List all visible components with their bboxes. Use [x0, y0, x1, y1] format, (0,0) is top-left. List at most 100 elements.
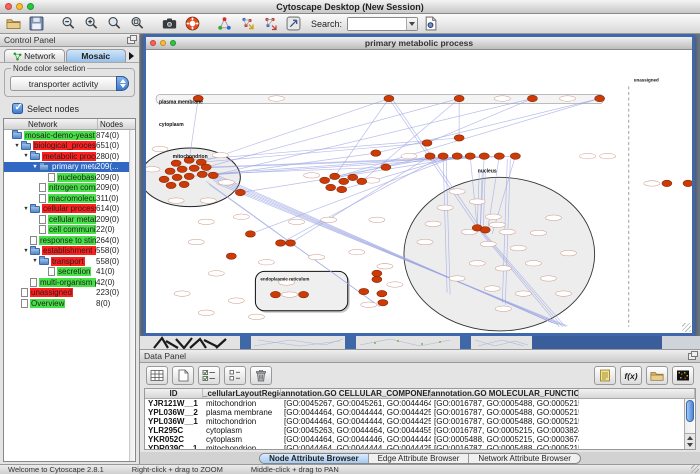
- tree-item-unassigned[interactable]: unassigned223(0): [4, 288, 135, 299]
- gene-node[interactable]: [270, 291, 280, 297]
- gene-node[interactable]: [235, 189, 245, 195]
- scrollbar-buttons[interactable]: [685, 433, 695, 449]
- network-edge[interactable]: [376, 99, 600, 154]
- help-lifering-button[interactable]: [182, 15, 203, 32]
- resize-grip-icon[interactable]: [682, 323, 691, 332]
- tree-item-biological-process[interactable]: ▼biological_process651(0): [4, 141, 135, 152]
- close-view-button[interactable]: [150, 40, 156, 46]
- network-edge[interactable]: [201, 99, 389, 163]
- tree-column-network[interactable]: Network: [4, 119, 97, 129]
- delete-attribute-button[interactable]: [250, 366, 272, 385]
- close-window-button[interactable]: [5, 3, 12, 10]
- tree-item-mosaic-demo-yeast[interactable]: mosaic-demo-yeast874(0): [4, 130, 135, 141]
- column-header-id[interactable]: ID: [145, 389, 203, 398]
- search-options-button[interactable]: [420, 15, 441, 32]
- node-label-pill[interactable]: [545, 215, 561, 220]
- zoom-window-button[interactable]: [27, 3, 34, 10]
- zoom-out-button[interactable]: [58, 15, 79, 32]
- tree-item-response-to-stimul[interactable]: response to stimul264(0): [4, 235, 135, 246]
- gene-node[interactable]: [299, 291, 309, 297]
- tree-item-cellular-process[interactable]: ▼cellular process614(0): [4, 204, 135, 215]
- tree-item-overview[interactable]: Overview8(0): [4, 298, 135, 309]
- gene-node[interactable]: [197, 171, 207, 177]
- gene-node[interactable]: [372, 270, 382, 276]
- network-edge[interactable]: [362, 99, 459, 182]
- tree-item-nitrogen-compo[interactable]: nitrogen compo209(0): [4, 183, 135, 194]
- node-label-pill[interactable]: [218, 180, 234, 185]
- table-row-ydr039c-1[interactable]: YDR039C__1mitochondrion[GO:0044464, GO:0…: [145, 444, 695, 450]
- tree-item-multi-organism-pro[interactable]: multi-organism pro42(0): [4, 277, 135, 288]
- select-nodes-checkbox[interactable]: [12, 103, 23, 114]
- tab-network[interactable]: Network: [4, 49, 65, 62]
- network-edge[interactable]: [201, 143, 427, 162]
- gene-node[interactable]: [494, 153, 504, 159]
- column-header-cellularlayoutregion[interactable]: _cellularLayoutRegion: [203, 389, 281, 398]
- tree-scrollbar[interactable]: [129, 130, 135, 461]
- tab-node-attribute-browser[interactable]: Node Attribute Browser: [260, 454, 369, 463]
- network-overlay-button[interactable]: [260, 15, 281, 32]
- network-canvas[interactable]: plasma membranecytoplasmmitochondrionnuc…: [146, 50, 692, 333]
- network-edge[interactable]: [213, 99, 532, 176]
- zoom-fit-button[interactable]: [127, 15, 148, 32]
- gene-node[interactable]: [171, 160, 181, 166]
- node-label-pill[interactable]: [495, 266, 511, 271]
- tab-edge-attribute-browser[interactable]: Edge Attribute Browser: [369, 454, 470, 463]
- node-label-pill[interactable]: [304, 173, 320, 178]
- gene-node[interactable]: [245, 231, 255, 237]
- node-label-pill[interactable]: [309, 254, 325, 259]
- expander-icon[interactable]: ▼: [13, 141, 21, 151]
- gene-node[interactable]: [425, 153, 435, 159]
- node-label-pill[interactable]: [321, 217, 337, 222]
- node-label-pill[interactable]: [449, 189, 465, 194]
- node-label-pill[interactable]: [580, 153, 596, 158]
- table-row-yjr121w-1[interactable]: YJR121W__1mitochondrion[GO:0045267, GO:0…: [145, 399, 695, 408]
- gene-node[interactable]: [683, 180, 692, 186]
- gene-node[interactable]: [595, 95, 605, 101]
- column-header-annotation-go-cellular-component[interactable]: annotation.GO CELLULAR_COMPONENT: [281, 389, 431, 398]
- node-label-pill[interactable]: [469, 199, 485, 204]
- node-label-pill[interactable]: [489, 222, 505, 227]
- float-panel-icon[interactable]: [127, 37, 135, 44]
- expander-icon[interactable]: ▼: [22, 246, 30, 256]
- gene-node[interactable]: [662, 180, 672, 186]
- expander-icon[interactable]: ▼: [22, 151, 30, 161]
- column-header-annotation-go-molecular-function[interactable]: annotation.GO MOLECULAR_FUNCTION: [431, 389, 579, 398]
- node-label-pill[interactable]: [281, 292, 297, 297]
- node-label-pill[interactable]: [515, 291, 531, 296]
- node-label-pill[interactable]: [146, 167, 160, 172]
- node-label-pill[interactable]: [499, 229, 515, 234]
- expander-icon[interactable]: ▼: [31, 256, 39, 266]
- node-label-pill[interactable]: [560, 96, 576, 101]
- snapshot-camera-button[interactable]: [159, 15, 180, 32]
- gene-node[interactable]: [452, 153, 462, 159]
- create-network-view-button[interactable]: [237, 15, 258, 32]
- node-label-pill[interactable]: [449, 276, 465, 281]
- tree-item-metabolic-process[interactable]: ▼metabolic process280(0): [4, 151, 135, 162]
- gene-node[interactable]: [438, 153, 448, 159]
- float-panel-icon[interactable]: [688, 353, 696, 360]
- zoom-in-button[interactable]: [81, 15, 102, 32]
- tree-item-cellular-metabo[interactable]: cellular metabo209(0): [4, 214, 135, 225]
- tree-column-nodes[interactable]: Nodes: [97, 119, 135, 129]
- gene-node[interactable]: [357, 178, 367, 184]
- tab-network-attribute-browser[interactable]: Network Attribute Browser: [469, 454, 579, 463]
- show-all-columns-button[interactable]: [146, 366, 168, 385]
- gene-node[interactable]: [275, 240, 285, 246]
- node-label-pill[interactable]: [349, 249, 365, 254]
- gene-node[interactable]: [480, 227, 490, 233]
- attribute-notes-button[interactable]: [594, 366, 616, 385]
- gene-node[interactable]: [177, 166, 187, 172]
- gene-node[interactable]: [422, 140, 432, 146]
- gene-node[interactable]: [339, 178, 349, 184]
- node-label-pill[interactable]: [530, 230, 546, 235]
- select-stepper-icon[interactable]: [116, 76, 129, 91]
- node-label-pill[interactable]: [600, 153, 616, 158]
- node-label-pill[interactable]: [480, 241, 496, 246]
- node-label-pill[interactable]: [401, 153, 417, 158]
- node-label-pill[interactable]: [494, 96, 510, 101]
- node-label-pill[interactable]: [469, 261, 485, 266]
- scrollbar-thumb[interactable]: [686, 400, 694, 422]
- node-label-pill[interactable]: [561, 250, 577, 255]
- gene-node[interactable]: [384, 95, 394, 101]
- node-label-pill[interactable]: [188, 239, 204, 244]
